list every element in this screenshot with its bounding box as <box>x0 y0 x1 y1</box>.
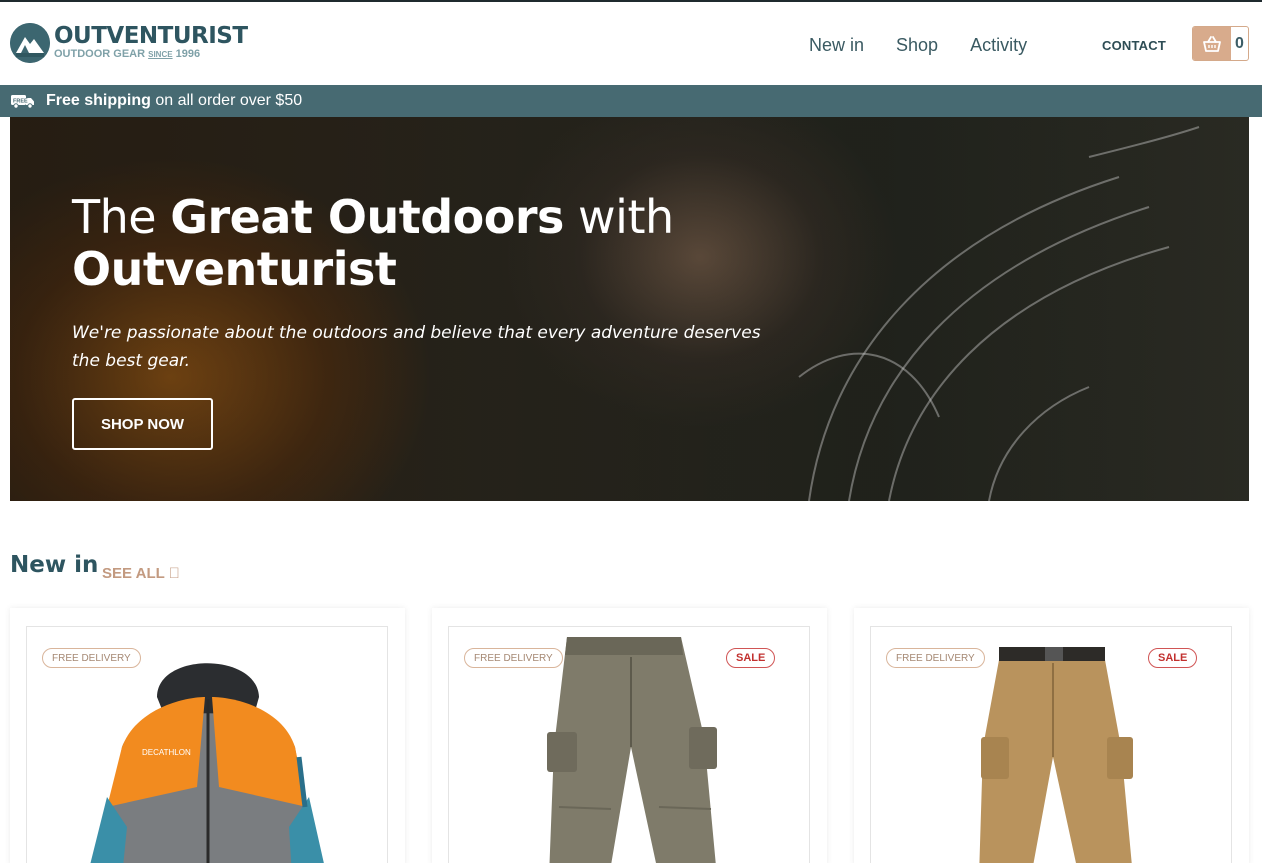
product-card[interactable]: FREE DELIVERY SALE <box>432 608 827 863</box>
shipping-bold-text: Free shipping <box>46 92 151 109</box>
brand-tag-year: 1996 <box>175 48 201 60</box>
product-image-frame: FREE DELIVERY SALE <box>870 626 1232 863</box>
contact-link[interactable]: CONTACT <box>1102 38 1166 53</box>
free-delivery-badge: FREE DELIVERY <box>464 648 563 668</box>
hero-banner: The Great Outdoors with Outventurist We'… <box>10 117 1249 501</box>
main-nav: New in Shop Activity <box>809 35 1059 56</box>
product-image-frame: FREE DELIVERY SALE <box>448 626 810 863</box>
sale-badge: SALE <box>1148 648 1198 668</box>
basket-icon <box>1193 27 1231 60</box>
see-all-link[interactable]: SEE ALL ⃞ <box>102 565 180 582</box>
hero-subtitle: We're passionate about the outdoors and … <box>72 323 761 371</box>
delivery-truck-icon: FREE <box>11 95 34 109</box>
product-card[interactable]: DECATHLON FREE DELIVERY <box>10 608 405 863</box>
brand-tag-since: SINCE <box>148 50 173 59</box>
product-card[interactable]: FREE DELIVERY SALE <box>854 608 1249 863</box>
hero-title: The Great Outdoors with Outventurist <box>72 190 674 296</box>
shipping-text: on all order over $50 <box>150 92 303 109</box>
svg-text:FREE: FREE <box>13 99 28 105</box>
decorative-swirl-graphic <box>798 126 1200 501</box>
svg-text:DECATHLON: DECATHLON <box>142 748 191 757</box>
nav-activity[interactable]: Activity <box>970 35 1027 56</box>
sale-badge: SALE <box>726 648 776 668</box>
mountain-logo-icon <box>10 23 50 63</box>
free-delivery-badge: FREE DELIVERY <box>42 648 141 668</box>
cart-count: 0 <box>1235 34 1244 52</box>
nav-new-in[interactable]: New in <box>809 35 864 56</box>
product-image-frame: DECATHLON FREE DELIVERY <box>26 626 388 863</box>
brand-tag-prefix: OUTDOOR GEAR <box>54 48 146 60</box>
free-shipping-banner: FREE Free shipping on all order over $50 <box>0 85 1262 117</box>
nav-shop[interactable]: Shop <box>896 35 938 56</box>
free-delivery-badge: FREE DELIVERY <box>886 648 985 668</box>
shop-now-button[interactable]: SHOP NOW <box>72 398 213 450</box>
brand-name: OUTVENTURIST <box>54 23 248 49</box>
logo[interactable]: OUTVENTURIST OUTDOOR GEAR SINCE 1996 <box>10 23 248 63</box>
cart-button[interactable]: 0 <box>1192 26 1249 61</box>
site-header: OUTVENTURIST OUTDOOR GEAR SINCE 1996 New… <box>0 2 1262 85</box>
brand-tagline: OUTDOOR GEAR SINCE 1996 <box>54 48 248 60</box>
new-in-heading: New in <box>10 552 99 578</box>
